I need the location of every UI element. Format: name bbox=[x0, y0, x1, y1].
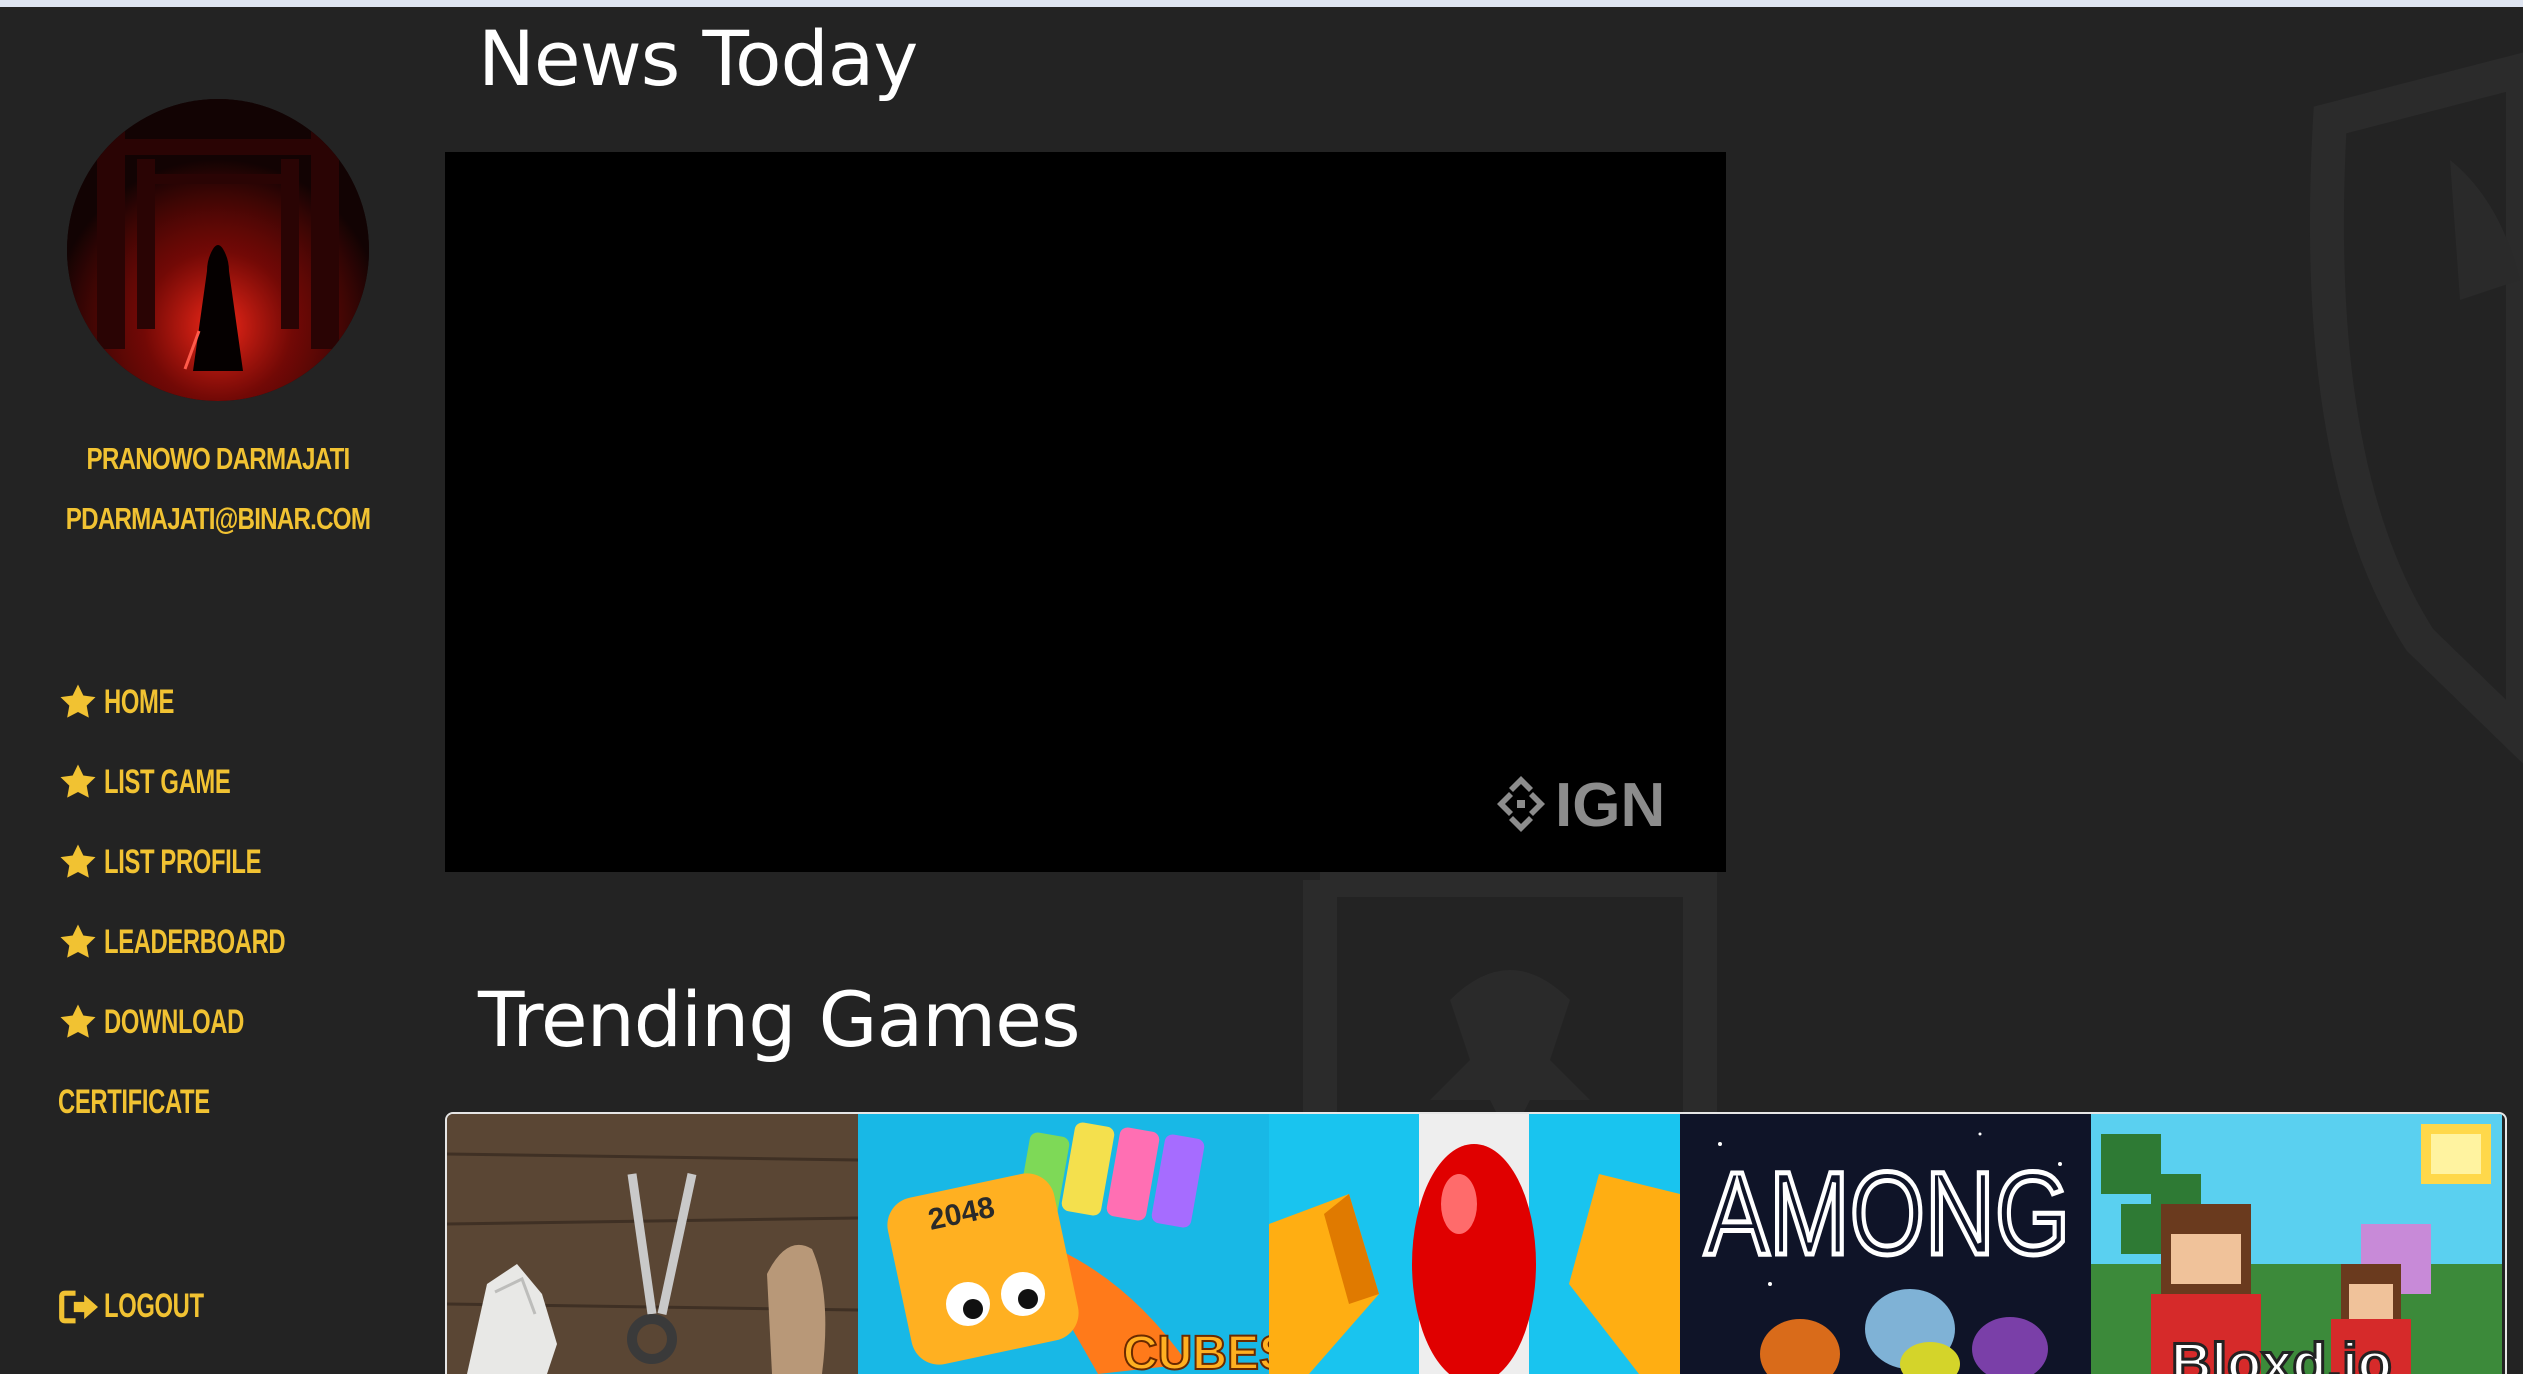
rock-paper-scissors-image bbox=[447, 1114, 858, 1374]
among-us-text: AMONG US bbox=[1705, 1147, 2091, 1279]
star-icon bbox=[60, 764, 96, 798]
avatar[interactable] bbox=[67, 99, 369, 401]
sidebar-item-list-game[interactable]: LIST GAME bbox=[58, 742, 363, 822]
user-email: PDARMAJATI@BINAR.COM bbox=[65, 501, 371, 536]
sidebar-item-download[interactable]: DOWNLOAD bbox=[58, 982, 363, 1062]
news-title: News Today bbox=[478, 14, 918, 103]
among-us-image: AMONG US bbox=[1680, 1114, 2091, 1374]
trending-title: Trending Games bbox=[478, 975, 1081, 1064]
sidebar: PRANOWO DARMAJATI PDARMAJATI@BINAR.COM H… bbox=[0, 7, 436, 1364]
news-video-player[interactable]: IGN bbox=[445, 152, 1726, 872]
star-icon bbox=[60, 924, 96, 958]
logout-button[interactable]: LOGOUT bbox=[58, 1287, 246, 1326]
sidebar-item-label: DOWNLOAD bbox=[104, 1002, 244, 1041]
star-icon bbox=[60, 844, 96, 878]
sidebar-item-label: HOME bbox=[104, 682, 174, 721]
helix-ball-image bbox=[1269, 1114, 1680, 1374]
star-icon bbox=[60, 684, 96, 718]
sidebar-item-certificate[interactable]: CERTIFICATE bbox=[58, 1062, 363, 1142]
game-card-rock-paper-scissors[interactable] bbox=[447, 1114, 858, 1374]
user-name: PRANOWO DARMAJATI bbox=[86, 441, 350, 476]
sidebar-item-leaderboard[interactable]: LEADERBOARD bbox=[58, 902, 363, 982]
sidebar-item-label: LIST GAME bbox=[104, 762, 231, 801]
sidebar-item-list-profile[interactable]: LIST PROFILE bbox=[58, 822, 363, 902]
trending-games-row: 2048 CUBES AMONG US bbox=[445, 1112, 2507, 1374]
star-icon bbox=[60, 1004, 96, 1038]
sidebar-item-label: LEADERBOARD bbox=[104, 922, 286, 961]
logout-label: LOGOUT bbox=[104, 1287, 204, 1325]
cubes-text: CUBES bbox=[1123, 1327, 1269, 1374]
ign-logo-icon: IGN bbox=[1497, 772, 1665, 836]
blocky-title-text: Bloxd.io bbox=[2171, 1331, 2392, 1374]
game-card-2048-cubes[interactable]: 2048 CUBES bbox=[858, 1114, 1269, 1374]
browser-top-strip bbox=[0, 0, 2523, 7]
avatar-image bbox=[67, 99, 369, 401]
sidebar-item-home[interactable]: HOME bbox=[58, 662, 363, 742]
ign-brand-text: IGN bbox=[1555, 772, 1665, 836]
sidebar-item-label: CERTIFICATE bbox=[58, 1082, 210, 1121]
sidebar-item-label: LIST PROFILE bbox=[104, 842, 262, 881]
game-card-blocky[interactable]: Bloxd.io bbox=[2091, 1114, 2502, 1374]
game-card-helix-ball[interactable] bbox=[1269, 1114, 1680, 1374]
2048-cubes-image: 2048 CUBES bbox=[858, 1114, 1269, 1374]
game-card-among-us[interactable]: AMONG US bbox=[1680, 1114, 2091, 1374]
sign-out-icon bbox=[59, 1290, 98, 1323]
sidebar-nav: HOME LIST GAME LIST PROFILE LEADERBOARD … bbox=[58, 662, 363, 1142]
blocky-image: Bloxd.io bbox=[2091, 1114, 2502, 1374]
